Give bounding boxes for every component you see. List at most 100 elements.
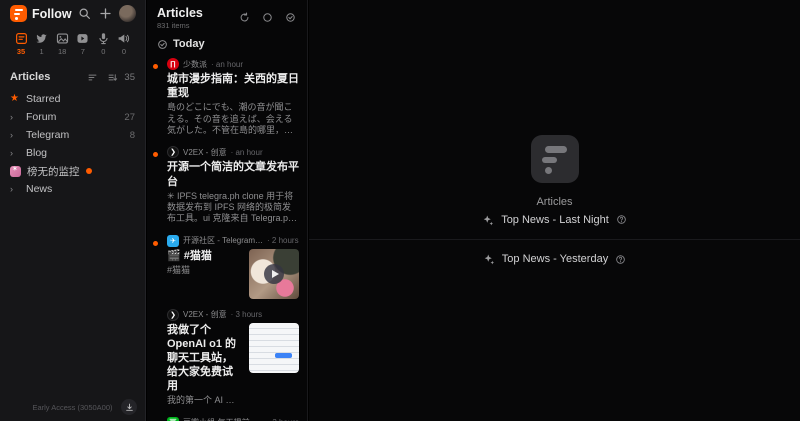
entry-title: 我做了个 OpenAI o1 的聊天工具站，给大家免费试用 xyxy=(167,323,243,393)
mark-all-read-icon[interactable] xyxy=(282,9,298,25)
feed-avatar-v2ex xyxy=(167,309,179,321)
entry-excerpt: #猫猫 xyxy=(167,265,243,276)
sidebar-item-blog[interactable]: Blog xyxy=(0,144,145,162)
refresh-icon[interactable] xyxy=(236,9,252,25)
article-entry[interactable]: 开源社区 - Telegram… 2 hours 🎬 #猫猫 #猫猫 xyxy=(147,231,307,305)
user-avatar[interactable] xyxy=(119,5,136,22)
feed-name: 开源社区 - Telegram… xyxy=(183,235,263,246)
tab-articles[interactable]: 35 xyxy=(12,32,30,56)
add-subscription-icon[interactable] xyxy=(98,6,114,22)
chevron-right-icon xyxy=(10,131,20,140)
sidebar-item-label: Telegram xyxy=(26,129,69,141)
feed-list-header: Articles 35 xyxy=(0,60,145,90)
article-entry[interactable]: 少数派 an hour 城市漫步指南：关西的夏日重现 島のどこにでも、潮の音が聞… xyxy=(147,54,307,142)
feed-avatar-sspai xyxy=(167,58,179,70)
play-overlay-icon xyxy=(264,264,284,284)
entry-excerpt: 我的第一个 AI 聊天站上… xyxy=(167,395,243,406)
item-count: 831 items xyxy=(157,21,203,30)
entry-title: 🎬 #猫猫 xyxy=(167,249,243,263)
tab-audio[interactable]: 0 xyxy=(94,32,112,56)
ai-daily-yesterday[interactable]: Top News - Yesterday xyxy=(309,239,800,278)
chevron-right-icon xyxy=(10,113,20,122)
entry-time: 2 hours xyxy=(267,236,299,245)
feed-avatar-douban xyxy=(167,417,179,421)
sidebar: Follow 35 1 18 7 0 0 xyxy=(0,0,146,421)
bird-icon xyxy=(35,32,48,45)
sidebar-item-starred[interactable]: Starred xyxy=(0,90,145,108)
article-entry[interactable]: V2EX - 创意 an hour 开源一个简洁的文章发布平台 ✳ IPFS t… xyxy=(147,142,307,230)
search-icon[interactable] xyxy=(77,6,93,22)
tab-social-media[interactable]: 1 xyxy=(33,32,51,56)
image-icon xyxy=(56,32,69,45)
app-title: Follow xyxy=(32,7,72,21)
feed-avatar-telegram xyxy=(167,235,179,247)
feed-list: Starred Forum 27 Telegram 8 Blog 榜无的监控 N… xyxy=(0,90,145,198)
tab-videos[interactable]: 7 xyxy=(74,32,92,56)
sort-by-count-icon[interactable] xyxy=(84,69,100,85)
ai-daily-label: Top News - Last Night xyxy=(501,214,609,226)
feed-favicon xyxy=(10,166,21,177)
sidebar-footer: Early Access (3050A00) xyxy=(0,397,145,421)
articles-icon xyxy=(15,32,28,45)
sidebar-item-monitor[interactable]: 榜无的监控 xyxy=(0,162,145,180)
feed-name: V2EX - 创意 xyxy=(183,147,227,158)
entry-time: an hour xyxy=(231,148,263,157)
unread-only-toggle-icon[interactable] xyxy=(259,9,275,25)
sidebar-item-telegram[interactable]: Telegram 8 xyxy=(0,126,145,144)
play-icon xyxy=(76,32,89,45)
today-section-header: Today xyxy=(147,32,307,54)
today-label: Today xyxy=(173,38,205,50)
entry-title: 开源一个简洁的文章发布平台 xyxy=(167,160,299,188)
question-circle-icon[interactable] xyxy=(616,214,627,225)
article-entry[interactable]: 豆瓣小组-每天提前上床N小时我们一起聊… 3 hours 中老年的时光 “一些当… xyxy=(147,413,307,421)
feed-list-title: Articles xyxy=(10,71,50,83)
article-list-header: Articles 831 items xyxy=(147,0,307,32)
video-thumbnail[interactable] xyxy=(249,249,299,299)
ai-daily-last-night[interactable]: Top News - Last Night xyxy=(309,200,800,239)
sidebar-item-label: Blog xyxy=(26,147,47,159)
download-update-button[interactable] xyxy=(121,399,137,415)
ai-sparkle-icon xyxy=(482,214,494,226)
follow-logo-icon[interactable] xyxy=(10,5,27,22)
question-circle-icon[interactable] xyxy=(615,254,626,265)
entry-excerpt: 島のどこにでも、潮の音が聞こえる。その音を追えば、会える気がした。不管在島的哪里… xyxy=(167,102,299,136)
article-entry[interactable]: V2EX - 创意 3 hours 我做了个 OpenAI o1 的聊天工具站，… xyxy=(147,305,307,413)
chevron-right-icon xyxy=(10,185,20,194)
entry-title: 城市漫步指南：关西的夏日重现 xyxy=(167,72,299,100)
unread-count: 8 xyxy=(130,130,135,141)
sidebar-item-label: Starred xyxy=(26,93,60,105)
articles-placeholder-icon xyxy=(531,135,579,183)
entry-time: 3 hours xyxy=(231,310,263,319)
sidebar-item-label: 榜无的监控 xyxy=(27,164,80,179)
unread-total-count: 35 xyxy=(124,72,135,83)
check-circle-icon[interactable] xyxy=(157,39,168,50)
feed-name: 豆瓣小组-每天提前上床N小时我们一起聊… xyxy=(183,417,263,421)
unread-dot xyxy=(153,241,158,246)
list-title: Articles xyxy=(157,6,203,20)
ai-sparkle-icon xyxy=(483,253,495,265)
sidebar-item-news[interactable]: News xyxy=(0,180,145,198)
image-thumbnail[interactable] xyxy=(249,323,299,373)
sort-order-icon[interactable] xyxy=(104,69,120,85)
feed-name: V2EX - 创意 xyxy=(183,309,227,320)
feed-avatar-v2ex xyxy=(167,146,179,158)
error-badge-icon xyxy=(86,168,92,174)
sidebar-item-forum[interactable]: Forum 27 xyxy=(0,108,145,126)
sidebar-item-label: Forum xyxy=(26,111,56,123)
ai-daily-label: Top News - Yesterday xyxy=(502,253,608,265)
tab-notifications[interactable]: 0 xyxy=(115,32,133,56)
view-switcher: 35 1 18 7 0 0 xyxy=(0,26,145,60)
star-icon xyxy=(10,94,20,104)
ai-daily-block: Top News - Last Night Top News - Yesterd… xyxy=(309,200,800,278)
chevron-right-icon xyxy=(10,149,20,158)
tab-pictures[interactable]: 18 xyxy=(53,32,71,56)
sidebar-header: Follow xyxy=(0,0,145,26)
unread-count: 27 xyxy=(124,112,135,123)
download-icon xyxy=(125,403,134,412)
entry-time: an hour xyxy=(211,60,243,69)
entry-excerpt: ✳ IPFS telegra.ph clone 用于将数据发布到 IPFS 网络… xyxy=(167,191,299,225)
unread-dot xyxy=(153,152,158,157)
megaphone-icon xyxy=(117,32,130,45)
sidebar-item-label: News xyxy=(26,183,52,195)
empty-state: Articles xyxy=(309,135,800,208)
